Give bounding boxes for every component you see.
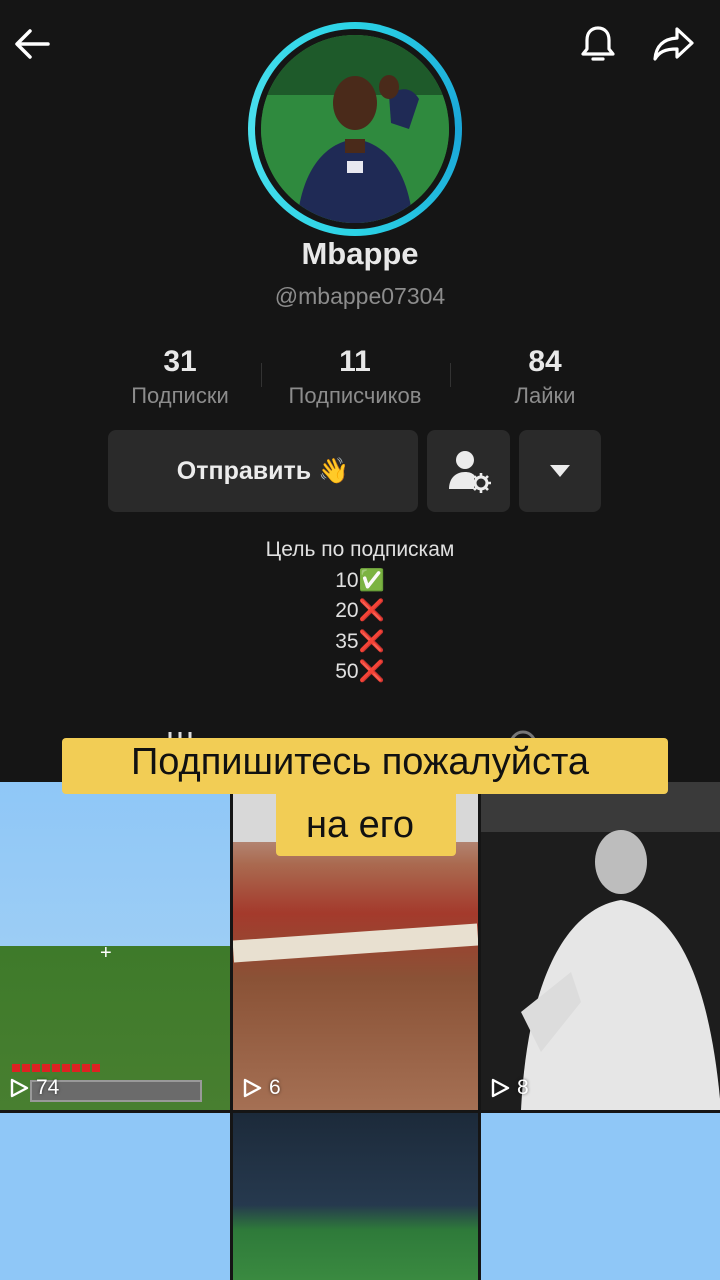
profile-bio: Цель по подпискам 10✅ 20❌ 35❌ 50❌ bbox=[0, 535, 720, 688]
view-count: 8 bbox=[489, 1076, 529, 1100]
caption-line: Подпишитесь пожалуйста bbox=[130, 741, 590, 783]
caret-down-icon bbox=[550, 465, 570, 477]
stat-followers[interactable]: 11 Подписчиков bbox=[265, 345, 445, 409]
bio-goal: 10✅ bbox=[335, 568, 385, 592]
play-icon bbox=[10, 1078, 29, 1098]
add-friend-button[interactable] bbox=[427, 430, 510, 512]
video-thumbnail[interactable] bbox=[0, 1113, 230, 1280]
view-count: 6 bbox=[241, 1076, 281, 1100]
view-count-value: 6 bbox=[269, 1076, 281, 1099]
divider bbox=[261, 363, 262, 387]
share-arrow-icon[interactable] bbox=[644, 14, 704, 74]
profile-name: Mbappe bbox=[301, 236, 419, 271]
avatar-photo bbox=[261, 35, 449, 223]
stat-label: Подписчиков bbox=[288, 383, 422, 408]
stat-following[interactable]: 31 Подписки bbox=[90, 345, 270, 409]
bell-icon[interactable] bbox=[568, 14, 628, 74]
play-icon bbox=[491, 1078, 510, 1098]
health-bar bbox=[12, 1064, 102, 1072]
send-message-button[interactable]: Отправить 👋 bbox=[108, 430, 418, 512]
stat-value: 11 bbox=[339, 345, 371, 378]
more-options-button[interactable] bbox=[519, 430, 601, 512]
divider bbox=[450, 363, 451, 387]
video-thumbnail[interactable] bbox=[233, 1113, 478, 1280]
view-count-value: 8 bbox=[517, 1076, 529, 1099]
stat-value: 84 bbox=[528, 345, 562, 378]
person-gear-icon bbox=[448, 451, 491, 493]
view-count: 74 bbox=[8, 1076, 59, 1100]
caption-line: на его bbox=[306, 804, 414, 846]
play-icon bbox=[243, 1078, 262, 1098]
bio-goal: 35❌ bbox=[335, 629, 385, 653]
arrow-left-icon[interactable] bbox=[2, 14, 62, 74]
video-thumbnail[interactable] bbox=[481, 1113, 720, 1280]
stat-label: Подписки bbox=[131, 383, 229, 408]
stat-value: 31 bbox=[163, 345, 197, 378]
bio-goal: 50❌ bbox=[335, 660, 385, 683]
profile-stats: 31 Подписки 11 Подписчиков 84 Лайки bbox=[90, 345, 630, 415]
bio-goal: 20❌ bbox=[335, 599, 385, 622]
stat-label: Лайки bbox=[514, 383, 576, 408]
stat-likes[interactable]: 84 Лайки bbox=[455, 345, 635, 409]
view-count-value: 74 bbox=[36, 1076, 60, 1099]
video-grid: + 74 6 8 bbox=[0, 782, 720, 1280]
track-rail bbox=[233, 923, 478, 963]
bio-title: Цель по подпискам bbox=[265, 538, 455, 561]
avatar[interactable] bbox=[248, 22, 462, 236]
crosshair-icon: + bbox=[100, 942, 112, 964]
profile-handle: @mbappe07304 bbox=[274, 283, 446, 309]
